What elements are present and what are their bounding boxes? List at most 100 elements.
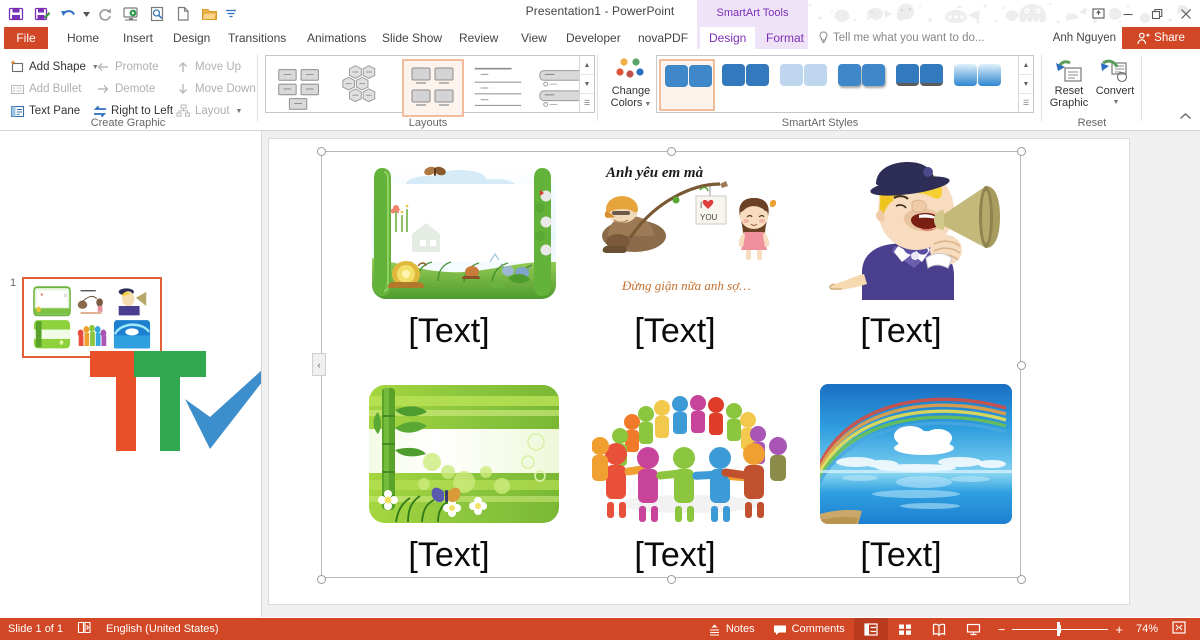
smartart-cell-6[interactable]: [Text] <box>788 384 1014 584</box>
smartart-caption-2[interactable]: [Text] <box>562 312 788 351</box>
tab-developer[interactable]: Developer <box>557 27 630 49</box>
notes-button[interactable]: Notes <box>699 618 764 640</box>
layout-dropdown-icon: ▼ <box>235 107 243 115</box>
zoom-in-button[interactable]: + <box>1108 622 1130 637</box>
smartart-styles-scrollbar[interactable]: ▲ ▼ ☰ <box>1018 56 1033 112</box>
smartart-style-2[interactable] <box>775 59 831 111</box>
layouts-scroll-down-icon[interactable]: ▼ <box>580 75 594 94</box>
window-controls[interactable] <box>1084 0 1200 27</box>
slide-sorter-icon <box>898 624 911 635</box>
promote-label: Promote <box>115 61 159 73</box>
restore-button[interactable] <box>1142 0 1171 27</box>
styles-scroll-up-icon[interactable]: ▲ <box>1019 56 1033 75</box>
slide-sorter-view-button[interactable] <box>888 618 922 640</box>
smartart-cell-2[interactable]: I YOU Anh yêu em mà Đừng giận nữa anh sợ… <box>562 162 788 372</box>
resize-handle-middle-right[interactable] <box>1017 361 1026 370</box>
layouts-scroll-up-icon[interactable]: ▲ <box>580 56 594 75</box>
change-colors-button[interactable]: Change Colors ▼ <box>606 57 656 111</box>
smartart-caption-5[interactable]: [Text] <box>562 536 788 575</box>
smartart-caption-1[interactable]: [Text] <box>336 312 562 351</box>
tab-view[interactable]: View <box>512 27 556 49</box>
reset-graphic-button[interactable]: Reset Graphic <box>1044 57 1094 109</box>
town-crier-megaphone-picture[interactable] <box>820 162 1012 300</box>
ribbon-tabs[interactable]: File Home Insert Design Transitions Anim… <box>0 27 1200 49</box>
convert-dropdown-icon[interactable]: ▼ <box>1092 97 1140 109</box>
colorful-people-circle-picture[interactable] <box>592 384 788 524</box>
zoom-out-button[interactable]: − <box>991 622 1013 637</box>
layout-option-hierarchy[interactable] <box>270 59 332 117</box>
bamboo-green-banner-picture[interactable] <box>368 384 560 524</box>
proofing-language[interactable]: English (United States) <box>106 623 219 635</box>
snail-garden-frame-picture[interactable] <box>368 162 560 300</box>
layout-option-lined-list[interactable] <box>468 59 530 117</box>
share-button[interactable]: Share <box>1122 27 1200 49</box>
smartart-text-pane-toggle[interactable]: ‹ <box>312 353 326 376</box>
resize-handle-top-left[interactable] <box>317 147 326 156</box>
smartart-style-5[interactable] <box>949 59 1005 111</box>
smartart-cell-1[interactable]: [Text] <box>336 162 562 372</box>
minimize-button[interactable] <box>1113 0 1142 27</box>
tab-smartart-format[interactable]: Format <box>757 27 813 49</box>
layouts-gallery-scrollbar[interactable]: ▲ ▼ ☰ <box>579 56 594 112</box>
zoom-level[interactable]: 74% <box>1130 618 1164 640</box>
layout-option-picture-grid[interactable] <box>402 59 464 117</box>
smartart-style-1[interactable] <box>717 59 773 111</box>
smartart-cell-3[interactable]: [Text] <box>788 162 1014 372</box>
smartart-graphic[interactable]: [Text] I YOU Anh yêu em mà Đừng giận nữa… <box>317 147 1026 584</box>
convert-button[interactable]: Convert ▼ <box>1090 57 1140 109</box>
tab-transitions[interactable]: Transitions <box>219 27 295 49</box>
slide-counter[interactable]: Slide 1 of 1 <box>8 623 63 635</box>
zoom-slider[interactable] <box>1012 618 1109 640</box>
tell-me-search[interactable]: Tell me what you want to do... <box>833 27 985 49</box>
tab-smartart-design[interactable]: Design <box>700 27 756 49</box>
styles-more-icon[interactable]: ☰ <box>1019 94 1033 112</box>
cartoon-couple-fishing-picture[interactable]: I YOU Anh yêu em mà Đừng giận nữa anh sợ… <box>592 162 788 300</box>
tab-animations[interactable]: Animations <box>298 27 375 49</box>
add-shape-button[interactable]: Add Shape ▼ <box>10 58 99 76</box>
layouts-more-icon[interactable]: ☰ <box>580 94 594 112</box>
resize-handle-top-right[interactable] <box>1017 147 1026 156</box>
tab-insert[interactable]: Insert <box>114 27 162 49</box>
tab-design[interactable]: Design <box>164 27 219 49</box>
notes-icon <box>709 624 719 636</box>
language-proofing-icon[interactable] <box>77 621 92 637</box>
comments-button[interactable]: Comments <box>764 618 854 640</box>
smartart-style-0[interactable] <box>659 59 715 111</box>
slide-thumbnail-panel[interactable]: 1 <box>0 131 262 617</box>
slide-canvas[interactable]: [Text] I YOU Anh yêu em mà Đừng giận nữa… <box>268 138 1130 605</box>
smartart-caption-6[interactable]: [Text] <box>788 536 1014 575</box>
style-chip <box>689 65 712 87</box>
rainbow-over-sea-picture[interactable] <box>820 384 1012 524</box>
ribbon-display-options-icon[interactable] <box>1084 0 1113 27</box>
tab-review[interactable]: Review <box>450 27 507 49</box>
promote-button: Promote <box>96 58 158 76</box>
layout-option-hexagon-cluster[interactable] <box>336 59 398 117</box>
styles-scroll-down-icon[interactable]: ▼ <box>1019 75 1033 94</box>
smartart-caption-4[interactable]: [Text] <box>336 536 562 575</box>
normal-view-button[interactable] <box>853 618 888 640</box>
smartart-cell-4[interactable]: [Text] <box>336 384 562 584</box>
fit-to-window-button[interactable] <box>1164 621 1194 637</box>
convert-icon <box>1101 59 1128 83</box>
slide-show-button[interactable] <box>956 618 991 640</box>
close-button[interactable] <box>1171 0 1200 27</box>
add-shape-icon <box>10 60 25 75</box>
tab-file[interactable]: File <box>4 27 48 49</box>
smartart-cell-5[interactable]: [Text] <box>562 384 788 584</box>
resize-handle-bottom-left[interactable] <box>317 575 326 584</box>
tab-slide-show[interactable]: Slide Show <box>373 27 451 49</box>
resize-handle-bottom-right[interactable] <box>1017 575 1026 584</box>
change-colors-dropdown-icon[interactable]: ▼ <box>644 101 651 108</box>
collapse-ribbon-button[interactable] <box>1179 108 1192 126</box>
tab-home[interactable]: Home <box>58 27 108 49</box>
reading-view-button[interactable] <box>922 618 956 640</box>
tab-novapdf[interactable]: novaPDF <box>629 27 697 49</box>
zoom-slider-thumb[interactable] <box>1057 622 1061 636</box>
smartart-caption-3[interactable]: [Text] <box>788 312 1014 351</box>
smartart-style-4[interactable] <box>891 59 947 111</box>
account-name[interactable]: Anh Nguyen <box>1053 27 1116 49</box>
smartart-styles-gallery[interactable]: ▲ ▼ ☰ <box>656 55 1034 113</box>
smartart-style-3[interactable] <box>833 59 889 111</box>
resize-handle-top-center[interactable] <box>667 147 676 156</box>
layouts-gallery[interactable]: ▲ ▼ ☰ <box>265 55 595 117</box>
